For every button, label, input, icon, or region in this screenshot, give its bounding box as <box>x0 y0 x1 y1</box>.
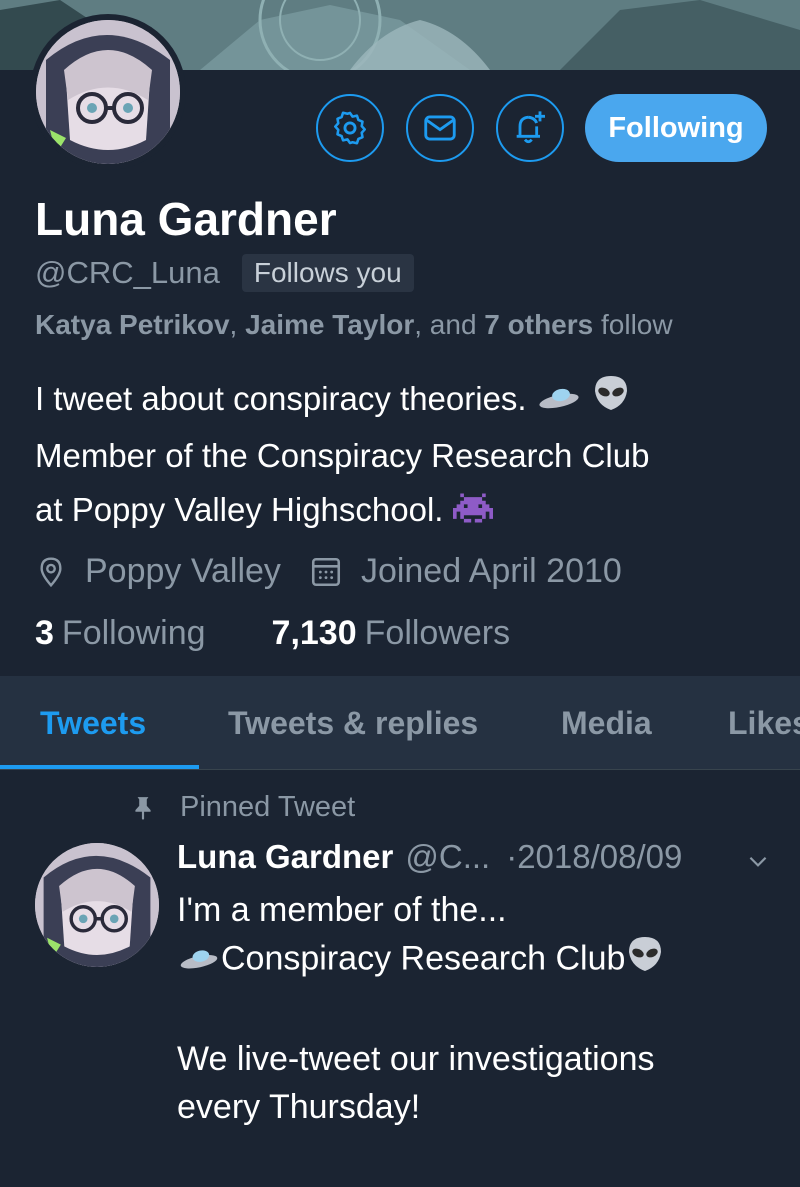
followers-count-link[interactable]: 7,130 Followers <box>272 614 511 653</box>
envelope-icon <box>424 115 456 141</box>
following-label: Following <box>61 614 206 652</box>
follow-counts: 3 Following 7,130 Followers <box>35 614 510 653</box>
active-tab-indicator <box>0 765 199 769</box>
avatar-image <box>35 843 159 967</box>
calendar-icon <box>311 557 340 586</box>
alien-icon <box>625 934 665 987</box>
profile-meta: Poppy Valley Joined April 2010 <box>35 552 622 591</box>
tweet-author-avatar[interactable] <box>35 843 159 967</box>
profile-tabs: Tweets Tweets & replies Media Likes <box>0 676 800 770</box>
following-count: 3 <box>35 614 54 652</box>
follower-name-2: Jaime Taylor <box>245 309 415 340</box>
profile-name: Luna Gardner <box>35 193 337 245</box>
followers-count: 7,130 <box>271 614 357 652</box>
bio-line-2: Member of the Conspiracy Research Club <box>35 437 650 475</box>
message-button[interactable] <box>406 94 474 162</box>
tab-tweets[interactable]: Tweets <box>40 676 146 769</box>
profile-handle: @CRC_Luna <box>35 255 220 290</box>
profile-avatar[interactable] <box>30 14 186 170</box>
profile-bio: I tweet about conspiracy theories. Membe… <box>35 372 775 540</box>
tweet-date[interactable]: ·2018/08/09 <box>506 838 682 876</box>
bell-plus-icon <box>516 111 545 144</box>
pinned-indicator: Pinned Tweet <box>130 791 355 824</box>
tweet-text: I'm a member of the... Conspiracy Resear… <box>177 886 777 1131</box>
tweet-line-4: every Thursday! <box>177 1088 421 1126</box>
tweet-author-name[interactable]: Luna Gardner <box>177 838 393 876</box>
separator-2: , and <box>414 309 485 340</box>
pinned-label: Pinned Tweet <box>180 791 356 823</box>
following-count-link[interactable]: 3 Following <box>35 614 206 653</box>
joined-date: Joined April 2010 <box>360 552 622 590</box>
tweet-line-3: We live-tweet our investigations <box>177 1040 655 1078</box>
tweet-header: Luna Gardner @C... ·2018/08/09 <box>177 838 682 876</box>
flying-saucer-icon <box>177 937 221 985</box>
bio-line-3: at Poppy Valley Highschool. <box>35 491 444 529</box>
follower-name-1: Katya Petrikov <box>35 309 230 340</box>
tweet-menu-button[interactable] <box>745 848 771 879</box>
separator-1: , <box>229 309 246 340</box>
alien-icon <box>591 373 631 429</box>
flying-saucer-icon <box>536 374 582 428</box>
location-text: Poppy Valley <box>85 552 281 590</box>
gear-icon <box>334 111 366 145</box>
bio-line-1: I tweet about conspiracy theories. <box>35 380 527 417</box>
space-invader-icon <box>452 486 493 540</box>
follows-you-badge: Follows you <box>241 254 414 292</box>
tab-tweets-replies[interactable]: Tweets & replies <box>228 676 478 769</box>
settings-button[interactable] <box>316 94 384 162</box>
tweet-line-1: I'm a member of the... <box>177 891 507 929</box>
avatar-image <box>36 20 180 164</box>
pin-icon <box>135 796 151 820</box>
chevron-down-icon <box>749 856 767 867</box>
followers-you-know[interactable]: Katya Petrikov, Jaime Taylor, and 7 othe… <box>35 309 673 341</box>
tab-media[interactable]: Media <box>561 676 652 769</box>
location-pin-icon <box>40 556 62 587</box>
follow-suffix: follow <box>593 309 673 340</box>
others-count: 7 others <box>484 309 594 340</box>
following-button[interactable]: Following <box>585 94 767 162</box>
tweet-author-handle[interactable]: @C... <box>405 838 490 876</box>
tab-likes[interactable]: Likes <box>728 676 800 769</box>
handle-row: @CRC_Luna Follows you <box>35 254 414 292</box>
notifications-button[interactable] <box>496 94 564 162</box>
followers-label: Followers <box>364 614 511 652</box>
tweet-line-2: Conspiracy Research Club <box>221 939 626 978</box>
